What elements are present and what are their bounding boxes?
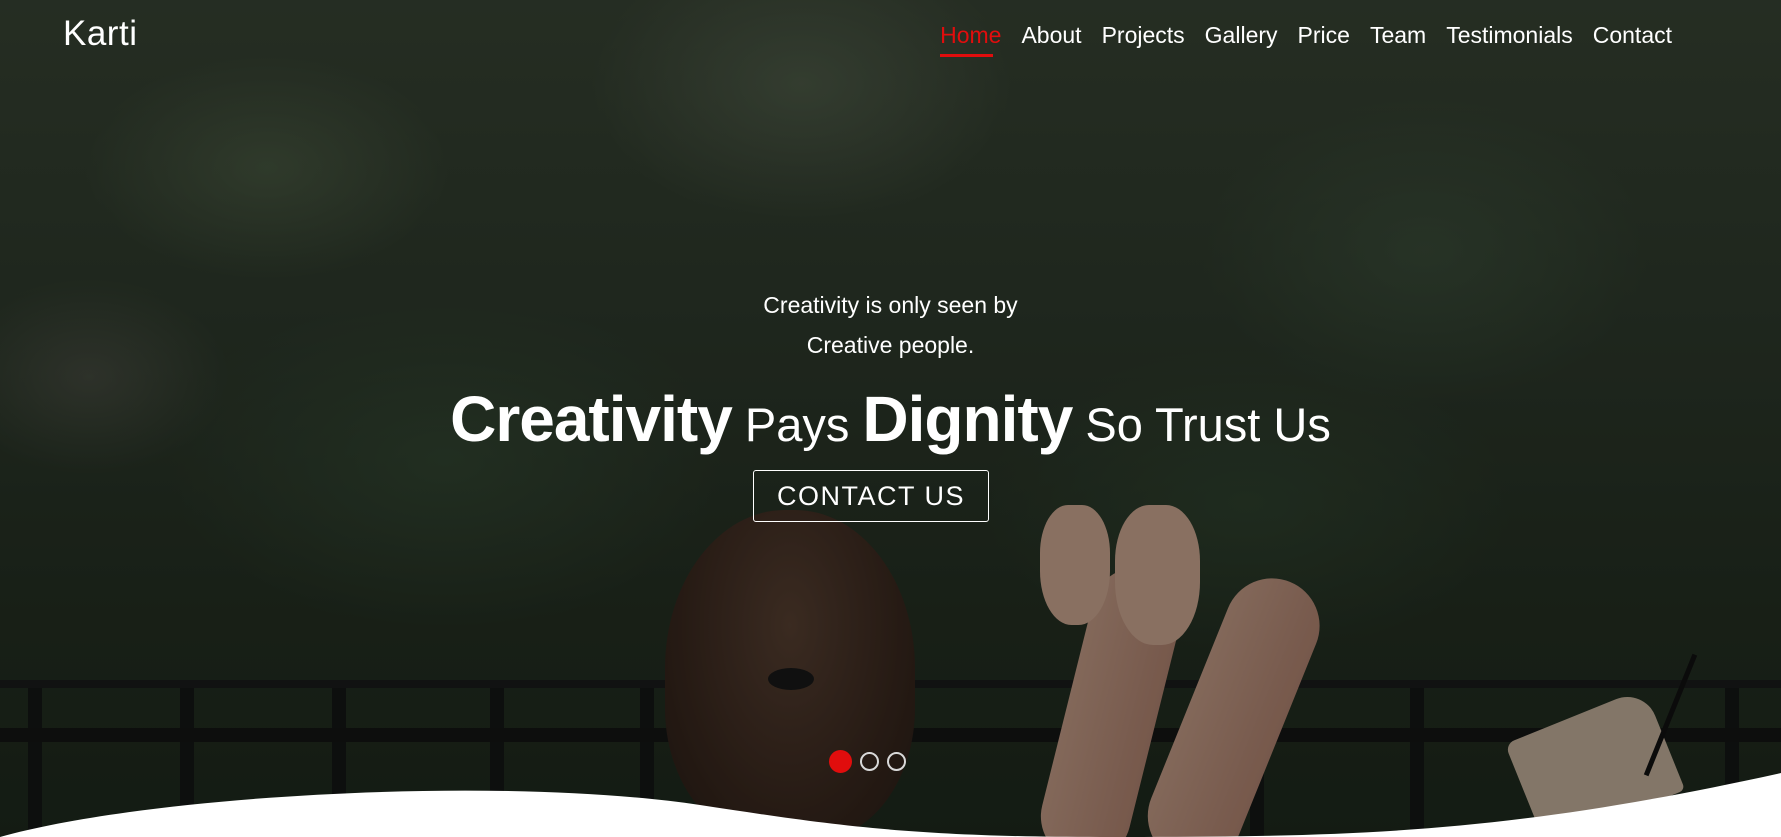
tagline-line: Creative people. (806, 332, 975, 358)
nav-item-gallery[interactable]: Gallery (1205, 22, 1278, 57)
nav-item-team[interactable]: Team (1370, 22, 1426, 57)
hero-tagline: Creativity is only seen by Creative peop… (0, 285, 1781, 365)
headline-word-creativity: Creativity (450, 383, 733, 455)
headline-word-dignity: Dignity (862, 383, 1073, 455)
hero-headline: Creativity Pays Dignity So Trust Us (0, 382, 1781, 456)
brand-logo[interactable]: Karti (63, 14, 137, 54)
nav-item-about[interactable]: About (1021, 22, 1081, 57)
bottom-wave-divider (0, 773, 1781, 837)
nav-item-price[interactable]: Price (1298, 22, 1350, 57)
nav-item-contact[interactable]: Contact (1593, 22, 1672, 57)
headline-word-trust: So Trust Us (1085, 398, 1331, 451)
main-nav: Home About Projects Gallery Price Team T… (920, 22, 1672, 57)
hero-section: Karti Home About Projects Gallery Price … (0, 0, 1781, 837)
nav-item-testimonials[interactable]: Testimonials (1446, 22, 1573, 57)
nav-item-home[interactable]: Home (940, 22, 1001, 57)
nav-item-projects[interactable]: Projects (1102, 22, 1185, 57)
tagline-line: Creativity is only seen by (763, 292, 1018, 318)
contact-us-button[interactable]: CONTACT US (753, 470, 989, 522)
headline-word-pays: Pays (744, 398, 850, 451)
